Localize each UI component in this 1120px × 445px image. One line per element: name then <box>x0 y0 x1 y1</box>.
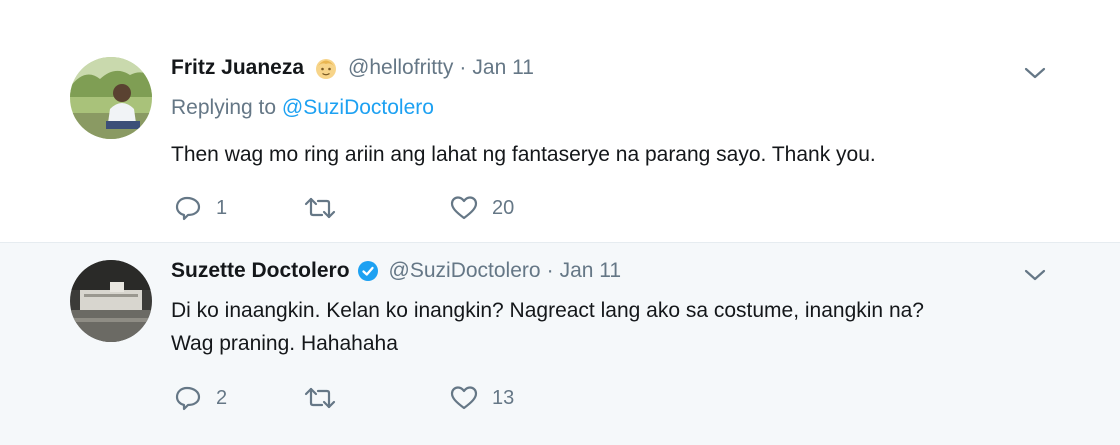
like-count: 20 <box>492 196 515 219</box>
heart-icon <box>450 386 478 410</box>
like-count: 13 <box>492 386 515 409</box>
tweet-text-line: Then wag mo ring ariin ang lahat ng fant… <box>171 143 876 166</box>
user-handle[interactable]: @SuziDoctolero <box>389 259 541 283</box>
reply-count: 1 <box>216 196 228 219</box>
reply-icon <box>175 196 201 221</box>
tweet-header: Suzette Doctolero @SuziDoctolero · Jan 1… <box>171 259 621 283</box>
tweet-text-line: Wag praning. Hahahaha <box>171 332 398 355</box>
chevron-down-icon[interactable] <box>1024 66 1046 80</box>
mention-link[interactable]: @SuziDoctolero <box>282 96 434 119</box>
retweet-button[interactable] <box>304 386 450 410</box>
avatar[interactable] <box>70 57 152 139</box>
tweet-card[interactable]: Fritz Juaneza @hellofritty · Jan 11 Repl… <box>0 0 1120 242</box>
user-handle[interactable]: @hellofritty <box>348 56 453 80</box>
separator-dot: · <box>459 56 467 79</box>
verified-icon <box>357 260 379 282</box>
timestamp[interactable]: Jan 11 <box>472 56 534 80</box>
tweet-actions: 2 13 <box>174 385 514 411</box>
reply-button[interactable]: 1 <box>174 195 304 221</box>
reply-button[interactable]: 2 <box>174 385 304 411</box>
retweet-icon <box>304 197 336 219</box>
retweet-button[interactable] <box>304 196 450 220</box>
replying-prefix: Replying to <box>171 96 282 119</box>
tweet-actions: 1 20 <box>174 195 514 221</box>
tweet-text: Then wag mo ring ariin ang lahat ng fant… <box>171 138 876 171</box>
emoji-icon <box>314 56 338 80</box>
reply-count: 2 <box>216 386 228 409</box>
replying-to-label: Replying to @SuziDoctolero <box>171 96 434 120</box>
tweet-text-line: Di ko inaangkin. Kelan ko inangkin? Nagr… <box>171 299 924 322</box>
timestamp[interactable]: Jan 11 <box>560 259 622 283</box>
separator-dot: · <box>546 259 554 282</box>
tweet-text: Di ko inaangkin. Kelan ko inangkin? Nagr… <box>171 294 924 360</box>
tweet-header: Fritz Juaneza @hellofritty · Jan 11 <box>171 56 534 80</box>
display-name[interactable]: Fritz Juaneza <box>171 56 304 80</box>
display-name[interactable]: Suzette Doctolero <box>171 259 350 283</box>
like-button[interactable]: 13 <box>450 385 514 411</box>
chevron-down-icon[interactable] <box>1024 268 1046 282</box>
reply-icon <box>175 386 201 411</box>
avatar[interactable] <box>70 260 152 342</box>
retweet-icon <box>304 387 336 409</box>
like-button[interactable]: 20 <box>450 195 514 221</box>
heart-icon <box>450 196 478 220</box>
